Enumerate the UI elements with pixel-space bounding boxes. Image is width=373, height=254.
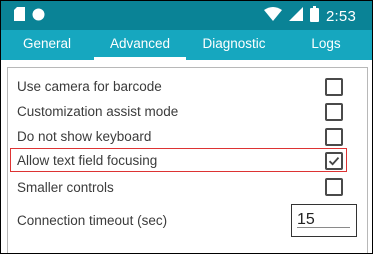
smaller-controls-checkbox[interactable] (325, 178, 343, 196)
tab-label: General (22, 36, 72, 51)
active-tab-indicator (94, 57, 186, 60)
tab-label: Diagnostic (202, 36, 266, 51)
tab-logs[interactable]: Logs (284, 30, 368, 60)
setting-label-no-keyboard: Do not show keyboard (17, 129, 152, 144)
setting-label-use-camera: Use camera for barcode (17, 79, 162, 94)
tab-diagnostic[interactable]: Diagnostic (189, 30, 279, 60)
connection-timeout-label: Connection timeout (sec) (17, 213, 168, 228)
setting-label-smaller-controls: Smaller controls (17, 180, 114, 195)
advanced-settings-panel: Use camera for barcode Customization ass… (7, 67, 368, 253)
tab-advanced[interactable]: Advanced (94, 30, 186, 60)
tab-bar: General Advanced Diagnostic Logs (1, 30, 372, 60)
cellular-icon (289, 7, 303, 26)
checkmark-icon (328, 157, 340, 166)
sd-card-icon (14, 7, 25, 26)
app-window: 2:53 General Advanced Diagnostic Logs Us… (0, 0, 373, 254)
connection-timeout-input[interactable]: 15 (291, 204, 357, 237)
input-underline (297, 227, 350, 228)
battery-icon (310, 6, 319, 27)
setting-label-text-field-focusing: Allow text field focusing (17, 153, 158, 168)
use-camera-checkbox[interactable] (325, 78, 343, 96)
tab-general[interactable]: General (3, 30, 91, 60)
status-bar: 2:53 (1, 1, 372, 30)
circle-icon (32, 8, 45, 26)
tab-label: Logs (311, 36, 341, 51)
no-keyboard-checkbox[interactable] (325, 128, 343, 146)
clock-time: 2:53 (326, 8, 356, 25)
tab-label: Advanced (109, 36, 171, 51)
customization-assist-checkbox[interactable] (325, 103, 343, 121)
setting-label-customization-assist: Customization assist mode (17, 104, 179, 119)
text-field-focusing-checkbox[interactable] (325, 152, 343, 170)
wifi-icon (264, 7, 282, 26)
